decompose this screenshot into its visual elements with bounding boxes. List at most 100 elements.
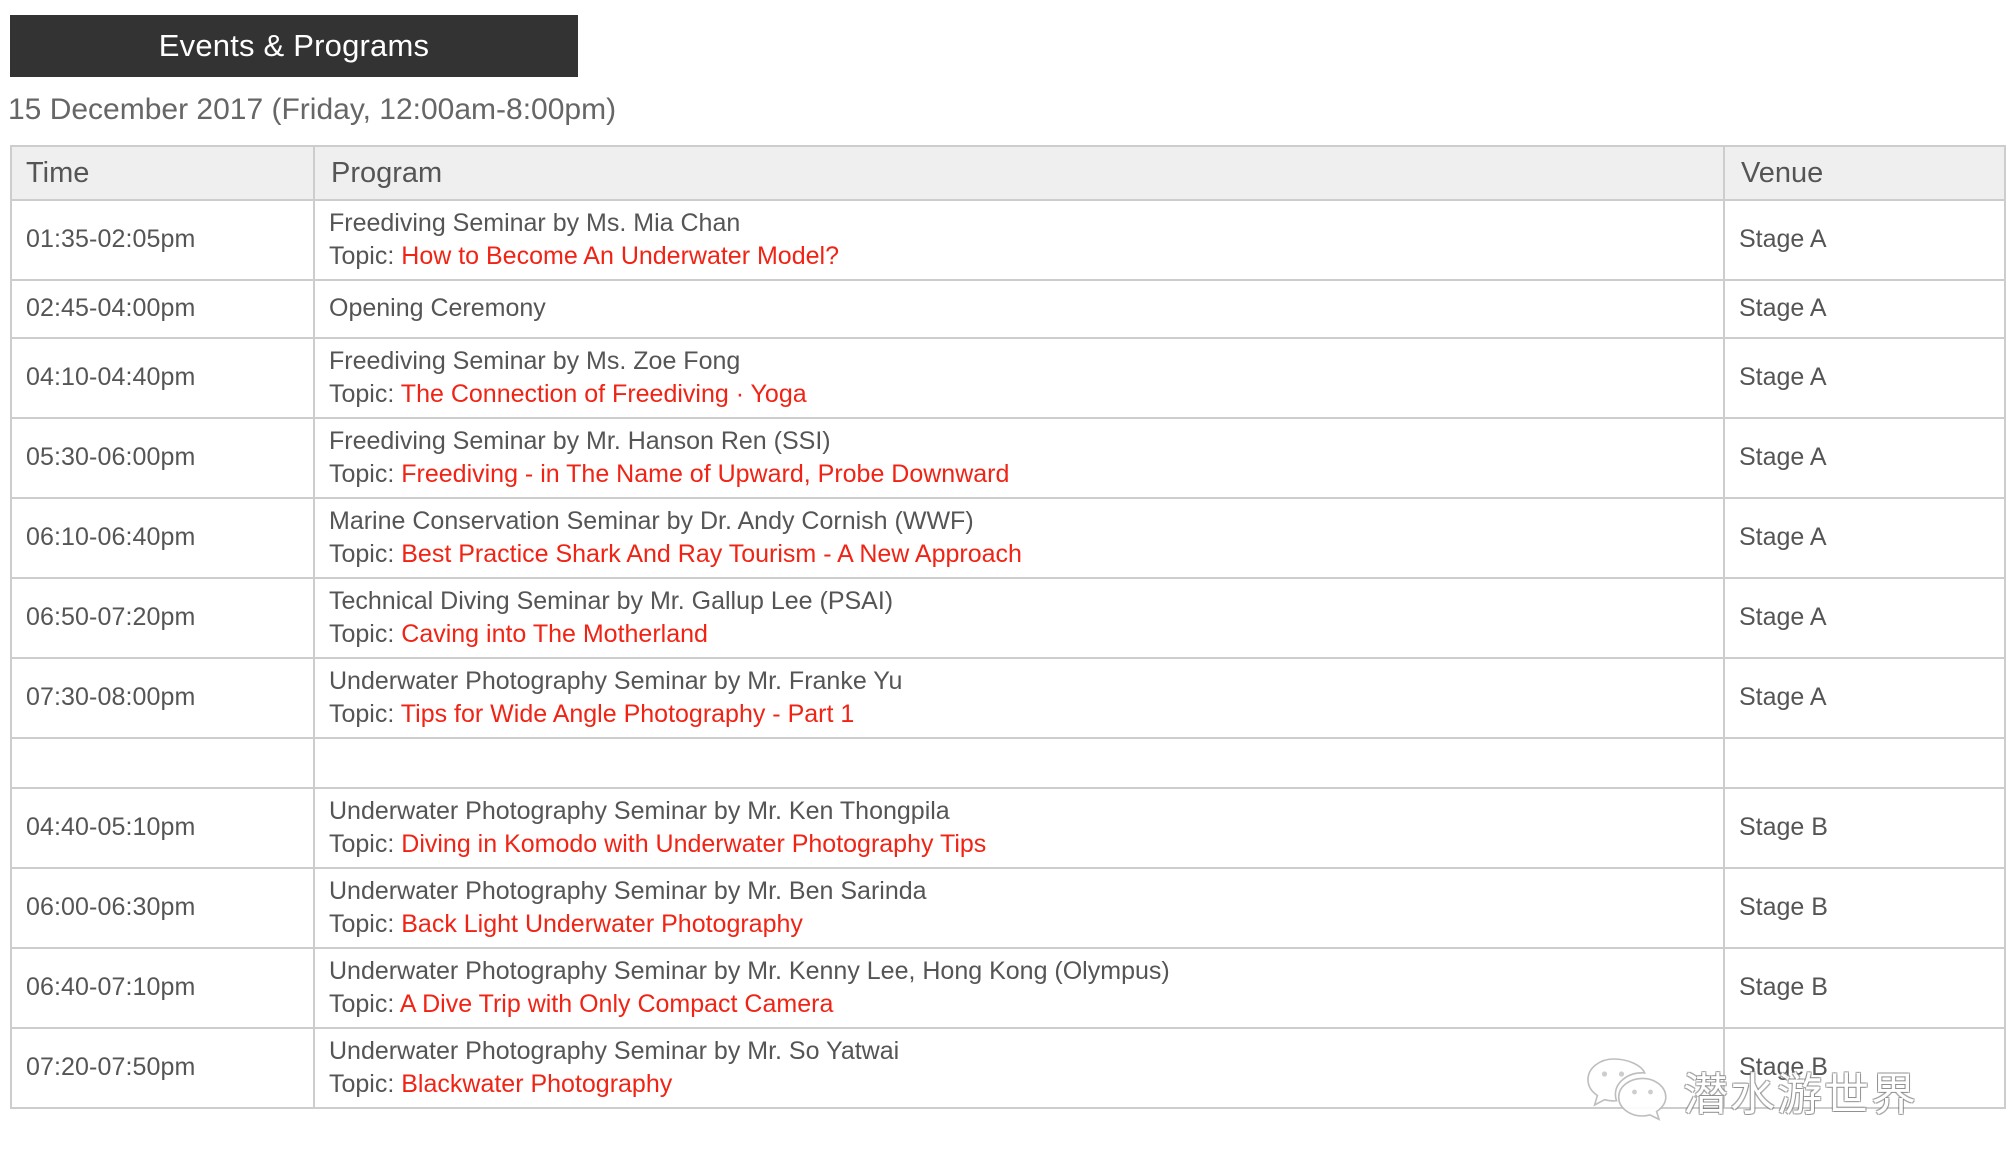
schedule-table-wrap: Time Program Venue 01:35-02:05pm Freedivi… [10, 145, 2006, 1109]
topic-label: Topic: [329, 700, 395, 728]
topic-label: Topic: [329, 540, 395, 568]
page-title-tab: Events & Programs [10, 15, 578, 77]
table-row: 06:00-06:30pm Underwater Photography Semi… [11, 868, 2006, 949]
program-title: Freediving Seminar by Mr. Hanson Ren (SS… [329, 426, 831, 455]
topic-text: The Connection of Freediving · Yoga [394, 380, 807, 408]
page-title: Events & Programs [158, 28, 430, 63]
table-row: 04:40-05:10pm Underwater Photography Semi… [11, 788, 2006, 869]
cell-venue: Stage B [1724, 1028, 2006, 1109]
topic-text: Freediving - in The Name of Upward, Prob… [394, 460, 1010, 488]
cell-venue: Stage A [1724, 338, 2006, 419]
topic-text: Best Practice Shark And Ray Tourism - A … [394, 540, 1022, 568]
program-topic: Topic: How to Become An Underwater Model… [329, 240, 1709, 273]
cell-venue: Stage A [1724, 578, 2006, 659]
column-header-program: Program [314, 146, 1725, 201]
cell-program: Freediving Seminar by Ms. Mia Chan Topic:… [314, 200, 1725, 281]
cell-time: 04:10-04:40pm [11, 338, 315, 419]
table-row: 06:50-07:20pm Technical Diving Seminar by… [11, 578, 2006, 659]
program-topic: Topic: Freediving - in The Name of Upwar… [329, 458, 1709, 491]
column-header-venue: Venue [1724, 146, 2006, 201]
table-row: 05:30-06:00pm Freediving Seminar by Mr. H… [11, 418, 2006, 499]
table-header-row: Time Program Venue [11, 146, 2006, 201]
program-topic: Topic: Caving into The Motherland [329, 618, 1709, 651]
topic-label: Topic: [329, 1070, 395, 1098]
table-row: 07:20-07:50pm Underwater Photography Semi… [11, 1028, 2006, 1109]
table-row: 01:35-02:05pm Freediving Seminar by Ms. M… [11, 200, 2006, 281]
topic-text: Diving in Komodo with Underwater Photogr… [394, 830, 987, 858]
topic-text: How to Become An Underwater Model? [394, 242, 839, 270]
program-topic: Topic: A Dive Trip with Only Compact Cam… [329, 988, 1709, 1021]
cell-program: Freediving Seminar by Ms. Zoe Fong Topic:… [314, 338, 1725, 419]
program-title: Underwater Photography Seminar by Mr. Be… [329, 876, 927, 905]
program-title: Underwater Photography Seminar by Mr. Fr… [329, 666, 903, 695]
cell-time: 06:10-06:40pm [11, 498, 315, 579]
topic-label: Topic: [329, 380, 395, 408]
table-body: 01:35-02:05pm Freediving Seminar by Ms. M… [11, 200, 2006, 1109]
topic-text: Back Light Underwater Photography [394, 910, 803, 938]
topic-label: Topic: [329, 460, 395, 488]
topic-text: Blackwater Photography [394, 1070, 673, 1098]
program-topic: Topic: Diving in Komodo with Underwater … [329, 828, 1709, 861]
program-title: Freediving Seminar by Ms. Mia Chan [329, 208, 741, 237]
program-title: Underwater Photography Seminar by Mr. Ke… [329, 956, 1170, 985]
schedule-page: Events & Programs 15 December 2017 (Frid… [0, 0, 2014, 1170]
cell-venue: Stage A [1724, 280, 2006, 339]
cell-program: Marine Conservation Seminar by Dr. Andy … [314, 498, 1725, 579]
program-title: Freediving Seminar by Ms. Zoe Fong [329, 346, 741, 375]
cell-time: 06:00-06:30pm [11, 868, 315, 949]
topic-text: Caving into The Motherland [394, 620, 708, 648]
cell-program [314, 738, 1725, 789]
program-topic: Topic: Best Practice Shark And Ray Touri… [329, 538, 1709, 571]
program-title: Marine Conservation Seminar by Dr. Andy … [329, 506, 974, 535]
cell-venue: Stage B [1724, 868, 2006, 949]
table-row: 04:10-04:40pm Freediving Seminar by Ms. Z… [11, 338, 2006, 419]
cell-program: Underwater Photography Seminar by Mr. Be… [314, 868, 1725, 949]
cell-time: 02:45-04:00pm [11, 280, 315, 339]
cell-time: 01:35-02:05pm [11, 200, 315, 281]
schedule-date-line: 15 December 2017 (Friday, 12:00am-8:00pm… [8, 93, 617, 126]
table-spacer-row [11, 738, 2006, 789]
cell-program: Technical Diving Seminar by Mr. Gallup L… [314, 578, 1725, 659]
cell-time: 07:20-07:50pm [11, 1028, 315, 1109]
table-head: Time Program Venue [11, 146, 2006, 201]
table-row: 07:30-08:00pm Underwater Photography Semi… [11, 658, 2006, 739]
program-title: Underwater Photography Seminar by Mr. So… [329, 1036, 900, 1065]
topic-label: Topic: [329, 830, 395, 858]
program-topic: Topic: Tips for Wide Angle Photography -… [329, 698, 1709, 731]
cell-time: 06:50-07:20pm [11, 578, 315, 659]
cell-time: 06:40-07:10pm [11, 948, 315, 1029]
cell-venue: Stage A [1724, 498, 2006, 579]
table-row: 06:40-07:10pm Underwater Photography Semi… [11, 948, 2006, 1029]
table-row: 02:45-04:00pm Opening Ceremony Stage A [11, 280, 2006, 339]
cell-program: Underwater Photography Seminar by Mr. Ke… [314, 788, 1725, 869]
program-title: Opening Ceremony [329, 294, 546, 323]
table-row: 06:10-06:40pm Marine Conservation Seminar… [11, 498, 2006, 579]
topic-label: Topic: [329, 910, 395, 938]
cell-program: Underwater Photography Seminar by Mr. Fr… [314, 658, 1725, 739]
program-topic: Topic: Blackwater Photography [329, 1068, 1709, 1101]
cell-venue [1724, 738, 2006, 789]
cell-program: Underwater Photography Seminar by Mr. Ke… [314, 948, 1725, 1029]
cell-program: Freediving Seminar by Mr. Hanson Ren (SS… [314, 418, 1725, 499]
program-topic: Topic: The Connection of Freediving · Yo… [329, 378, 1709, 411]
program-title: Underwater Photography Seminar by Mr. Ke… [329, 796, 950, 825]
cell-time [11, 738, 315, 789]
topic-text: A Dive Trip with Only Compact Camera [394, 990, 834, 1018]
cell-venue: Stage A [1724, 658, 2006, 739]
topic-label: Topic: [329, 620, 395, 648]
cell-time: 05:30-06:00pm [11, 418, 315, 499]
topic-label: Topic: [329, 242, 395, 270]
cell-venue: Stage A [1724, 418, 2006, 499]
cell-venue: Stage B [1724, 948, 2006, 1029]
cell-venue: Stage A [1724, 200, 2006, 281]
topic-label: Topic: [329, 990, 395, 1018]
program-topic: Topic: Back Light Underwater Photography [329, 908, 1709, 941]
schedule-table: Time Program Venue 01:35-02:05pm Freedivi… [10, 145, 2006, 1109]
topic-text: Tips for Wide Angle Photography - Part 1 [394, 700, 855, 728]
cell-program: Opening Ceremony [314, 280, 1725, 339]
cell-time: 04:40-05:10pm [11, 788, 315, 869]
cell-venue: Stage B [1724, 788, 2006, 869]
program-title: Technical Diving Seminar by Mr. Gallup L… [329, 586, 894, 615]
column-header-time: Time [11, 146, 315, 201]
cell-program: Underwater Photography Seminar by Mr. So… [314, 1028, 1725, 1109]
